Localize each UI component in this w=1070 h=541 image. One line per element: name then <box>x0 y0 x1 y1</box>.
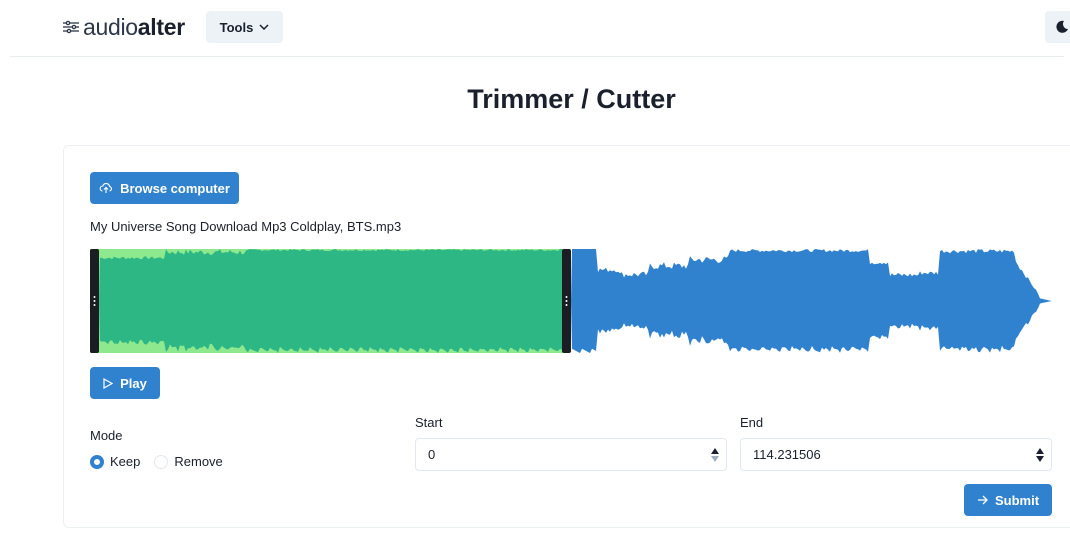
navbar: audioalter Tools <box>10 0 1070 57</box>
submit-label: Submit <box>994 492 1040 508</box>
page-title: Trimmer / Cutter <box>467 84 676 114</box>
start-stepper[interactable] <box>704 439 726 470</box>
decrement-icon[interactable] <box>1036 455 1044 462</box>
moon-icon <box>1056 20 1068 33</box>
logo[interactable]: audioalter <box>62 12 185 42</box>
end-value: 114.231506 <box>753 447 821 462</box>
browse-label: Browse computer <box>120 180 230 196</box>
waveform-unselected <box>571 249 1060 353</box>
remove-label[interactable]: Remove <box>174 454 222 469</box>
theme-toggle-button[interactable] <box>1045 11 1070 43</box>
file-name: My Universe Song Download Mp3 Coldplay, … <box>90 219 402 234</box>
play-icon <box>103 377 114 389</box>
start-label: Start <box>415 415 443 430</box>
arrow-right-icon <box>977 495 988 505</box>
sliders-icon <box>63 20 79 34</box>
end-stepper[interactable] <box>1029 439 1051 470</box>
chevron-down-icon <box>259 24 269 30</box>
decrement-icon[interactable] <box>711 455 719 462</box>
end-handle[interactable] <box>562 249 571 353</box>
increment-icon[interactable] <box>711 447 719 454</box>
end-label: End <box>740 415 764 430</box>
logo-text: audioalter <box>83 13 185 40</box>
tools-menu-button[interactable]: Tools <box>206 11 283 43</box>
play-label: Play <box>120 375 147 391</box>
waveform-selected <box>99 249 562 353</box>
start-input[interactable]: 0 <box>415 438 727 471</box>
start-handle[interactable] <box>90 249 99 353</box>
play-button[interactable]: Play <box>90 367 160 399</box>
cloud-upload-icon <box>99 183 112 193</box>
remove-radio[interactable] <box>154 454 169 469</box>
submit-button[interactable]: Submit <box>964 484 1052 516</box>
end-input[interactable]: 114.231506 <box>740 438 1052 471</box>
mode-label: Mode <box>90 428 123 443</box>
keep-label[interactable]: Keep <box>110 454 140 469</box>
keep-radio[interactable] <box>90 454 104 469</box>
start-value: 0 <box>428 447 436 462</box>
browse-computer-button[interactable]: Browse computer <box>90 172 239 204</box>
tools-label: Tools <box>219 19 254 35</box>
waveform[interactable] <box>90 249 1060 353</box>
mode-radio-group: Keep Remove <box>90 454 237 469</box>
increment-icon[interactable] <box>1036 447 1044 454</box>
